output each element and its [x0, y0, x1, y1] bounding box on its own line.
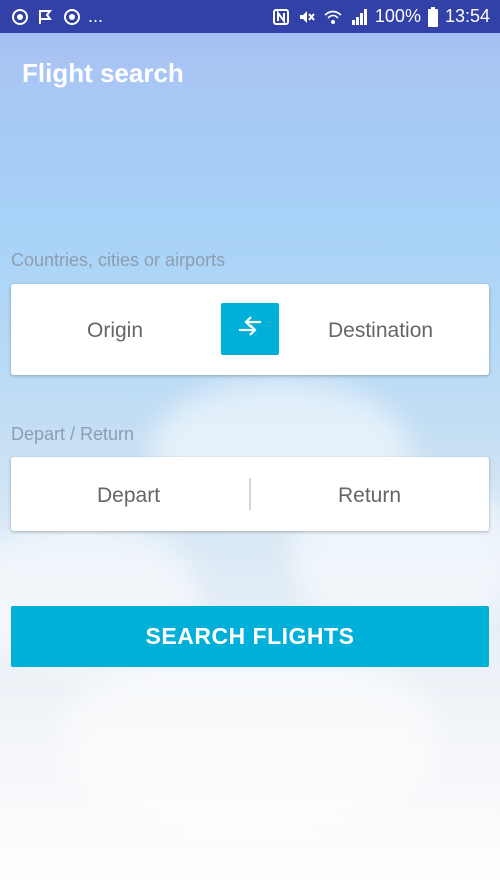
swap-button[interactable]: [221, 303, 279, 355]
signal-icon: [349, 7, 369, 27]
sync-icon: [62, 7, 82, 27]
battery-icon: [427, 6, 439, 27]
status-bar-right: 100% 13:54: [271, 6, 490, 27]
flag-check-icon: [36, 7, 56, 27]
origin-field[interactable]: Origin: [87, 319, 143, 343]
depart-field[interactable]: Depart: [97, 484, 160, 508]
dates-section-label: Depart / Return: [11, 424, 135, 444]
dates-divider: [249, 478, 251, 510]
status-bar: ... 100% 13:54: [0, 0, 500, 33]
destination-field[interactable]: Destination: [328, 319, 433, 343]
clock: 13:54: [444, 6, 490, 26]
return-field[interactable]: Return: [338, 484, 401, 508]
sync-icon: [10, 7, 30, 27]
swap-arrows-icon: [235, 315, 265, 343]
wifi-icon: [323, 7, 343, 27]
route-card: Origin Destination: [11, 284, 489, 375]
page-title: Flight search: [22, 58, 184, 88]
notification-overflow: ...: [88, 6, 104, 26]
status-bar-left: ...: [10, 6, 103, 27]
nfc-icon: [271, 7, 291, 27]
search-flights-button[interactable]: SEARCH FLIGHTS: [11, 606, 489, 667]
dates-card: Depart Return: [11, 457, 489, 531]
mute-icon: [297, 7, 317, 27]
battery-percentage: 100%: [374, 6, 421, 26]
route-section-label: Countries, cities or airports: [11, 250, 226, 270]
